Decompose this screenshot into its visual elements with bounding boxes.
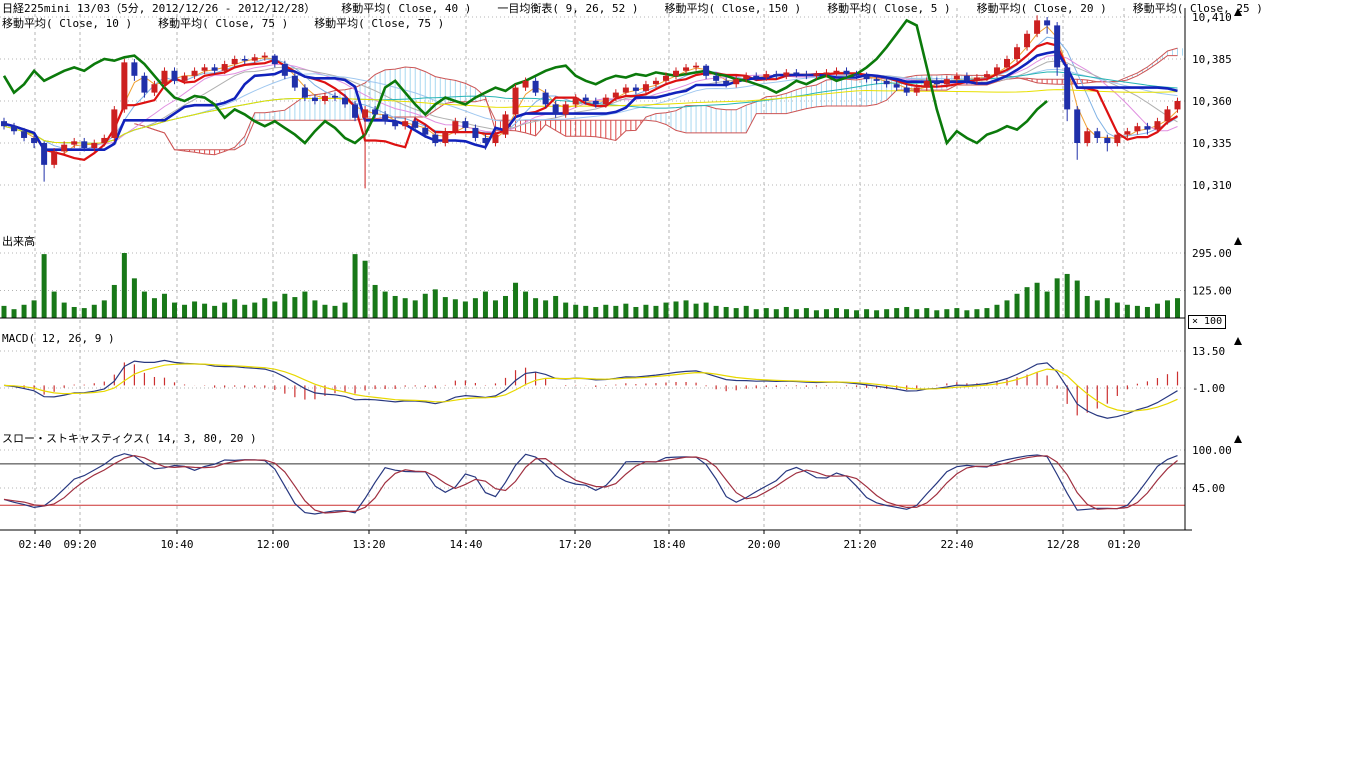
macd-panel-label: MACD( 12, 26, 9 ) [2,332,115,345]
legend-item: 移動平均( Close, 25 ) [1133,2,1263,15]
price-chart-canvas[interactable]: 10,41010,38510,36010,33510,310295.00125.… [0,0,1366,560]
svg-text:10,335: 10,335 [1192,137,1232,150]
volume-multiplier-badge: × 100 [1188,315,1226,329]
legend-row-2: 移動平均( Close, 10 ) 移動平均( Close, 75 ) 移動平均( … [2,16,1289,31]
svg-text:10:40: 10:40 [160,538,193,551]
volume-bars [2,253,1181,318]
macd-histogram [4,362,1178,415]
svg-text:12/28: 12/28 [1046,538,1079,551]
svg-text:14:40: 14:40 [449,538,482,551]
svg-text:17:20: 17:20 [558,538,591,551]
legend-item: 移動平均( Close, 75 ) [158,17,288,30]
svg-text:01:20: 01:20 [1107,538,1140,551]
svg-text:125.00: 125.00 [1192,284,1232,297]
legend-item: 日経225mini 13/03（5分, 2012/12/26 - 2012/12… [2,2,315,15]
svg-text:45.00: 45.00 [1192,482,1225,495]
legend-row-1: 日経225mini 13/03（5分, 2012/12/26 - 2012/12… [2,1,1289,16]
svg-text:13.50: 13.50 [1192,345,1225,358]
legend-item: 一目均衡表( 9, 26, 52 ) [497,2,638,15]
svg-text:295.00: 295.00 [1192,247,1232,260]
macd-panel-scroll-arrow-icon[interactable] [1234,337,1242,345]
svg-text:13:20: 13:20 [352,538,385,551]
svg-text:18:40: 18:40 [652,538,685,551]
legend-item: 移動平均( Close, 5 ) [827,2,950,15]
legend-item: 移動平均( Close, 40 ) [341,2,471,15]
legend-item: 移動平均( Close, 10 ) [2,17,132,30]
svg-text:09:20: 09:20 [63,538,96,551]
legend-item: 移動平均( Close, 20 ) [977,2,1107,15]
volume-panel-label: 出来高 [2,233,35,249]
main-panel-scroll-arrow-icon[interactable] [1234,8,1242,16]
chart-legend: 日経225mini 13/03（5分, 2012/12/26 - 2012/12… [2,1,1289,31]
svg-text:10,385: 10,385 [1192,53,1232,66]
svg-text:-1.00: -1.00 [1192,382,1225,395]
svg-text:12:00: 12:00 [256,538,289,551]
stoch-panel-scroll-arrow-icon[interactable] [1234,435,1242,443]
svg-text:02:40: 02:40 [18,538,51,551]
stoch-panel-label: スロー・ストキャスティクス( 14, 3, 80, 20 ) [2,430,257,446]
svg-text:20:00: 20:00 [747,538,780,551]
axes [0,8,1192,530]
svg-text:10,310: 10,310 [1192,179,1232,192]
svg-text:100.00: 100.00 [1192,444,1232,457]
gridlines [0,8,1185,530]
svg-text:21:20: 21:20 [843,538,876,551]
svg-text:10,360: 10,360 [1192,95,1232,108]
legend-item: 移動平均( Close, 75 ) [314,17,444,30]
x-axis-labels: 02:40 09:20 10:40 12:00 13:20 14:40 17:20 18:40… [18,530,1140,551]
chart-app-window: 10,41010,38510,36010,33510,310295.00125.… [0,0,1366,768]
svg-text:22:40: 22:40 [940,538,973,551]
y-axis-labels: 10,41010,38510,36010,33510,310295.00125.… [1192,11,1232,495]
volume-panel-scroll-arrow-icon[interactable] [1234,237,1242,245]
legend-item: 移動平均( Close, 150 ) [664,2,801,15]
